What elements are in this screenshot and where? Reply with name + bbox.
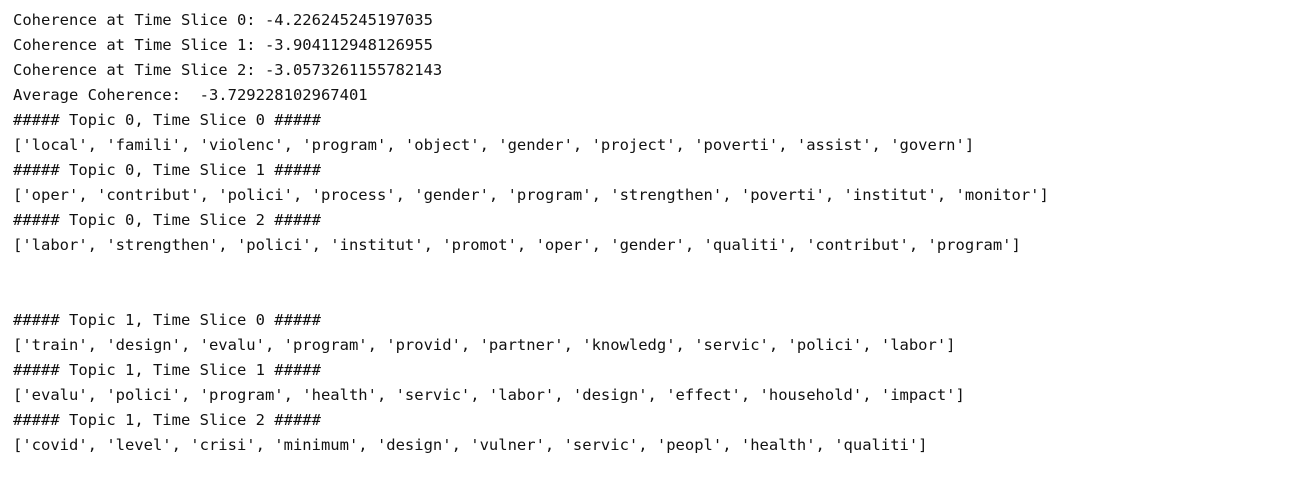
coherence-line: Coherence at Time Slice 0: -4.2262452451… bbox=[13, 11, 433, 29]
topic-words: ['train', 'design', 'evalu', 'program', … bbox=[13, 336, 956, 354]
topic-words: ['evalu', 'polici', 'program', 'health',… bbox=[13, 386, 965, 404]
topic-header: ##### Topic 0, Time Slice 0 ##### bbox=[13, 111, 321, 129]
coherence-line: Coherence at Time Slice 1: -3.9041129481… bbox=[13, 36, 433, 54]
topic-header: ##### Topic 1, Time Slice 1 ##### bbox=[13, 361, 321, 379]
topic-header: ##### Topic 0, Time Slice 1 ##### bbox=[13, 161, 321, 179]
topic-header: ##### Topic 1, Time Slice 2 ##### bbox=[13, 411, 321, 429]
topic-header: ##### Topic 0, Time Slice 2 ##### bbox=[13, 211, 321, 229]
topic-words: ['local', 'famili', 'violenc', 'program'… bbox=[13, 136, 975, 154]
notebook-cell-output: Coherence at Time Slice 0: -4.2262452451… bbox=[13, 8, 1049, 458]
topic-words: ['labor', 'strengthen', 'polici', 'insti… bbox=[13, 236, 1021, 254]
topic-words: ['oper', 'contribut', 'polici', 'process… bbox=[13, 186, 1049, 204]
topic-words: ['covid', 'level', 'crisi', 'minimum', '… bbox=[13, 436, 928, 454]
topic-header: ##### Topic 1, Time Slice 0 ##### bbox=[13, 311, 321, 329]
average-coherence-line: Average Coherence: -3.729228102967401 bbox=[13, 86, 368, 104]
coherence-line: Coherence at Time Slice 2: -3.0573261155… bbox=[13, 61, 443, 79]
